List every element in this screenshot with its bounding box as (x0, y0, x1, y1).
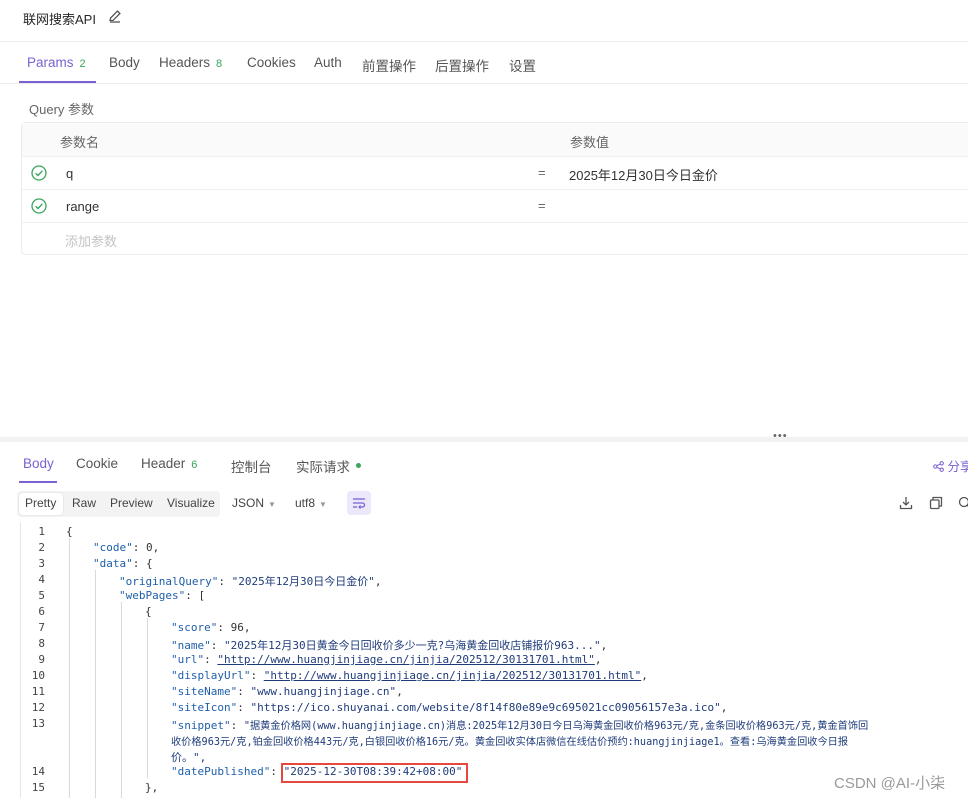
tab-post-operations[interactable]: 后置操作 (435, 55, 489, 75)
tab-settings[interactable]: 设置 (509, 55, 536, 75)
line-number: 6 (38, 605, 45, 618)
response-tabs: Body Cookie Header 6 控制台 实际请求 分享 (0, 443, 968, 484)
line-number: 8 (38, 637, 45, 650)
tab-body[interactable]: Body (109, 55, 140, 70)
pane-splitter[interactable] (0, 437, 968, 442)
param-value-input[interactable]: 2025年12月30日今日金价 (569, 165, 718, 184)
drag-handle-icon[interactable]: ••• (773, 431, 788, 442)
code-line-wrapped: 价。", (171, 751, 207, 764)
code-line: "webPages": [ (119, 589, 206, 602)
line-number: 2 (38, 541, 45, 554)
view-raw[interactable]: Raw (72, 496, 96, 510)
line-number: 13 (31, 717, 45, 730)
tab-cookies[interactable]: Cookies (247, 55, 296, 70)
table-row: q = 2025年12月30日今日金价 (22, 157, 968, 190)
search-icon[interactable] (958, 496, 968, 510)
format-select[interactable]: JSON ▼ (232, 496, 276, 510)
code-line: "data": { (93, 557, 153, 570)
table-row: 添加参数 (22, 223, 968, 255)
line-number: 1 (38, 525, 45, 538)
check-circle-icon[interactable] (31, 165, 47, 181)
code-line: "url": "http://www.huangjinjiage.cn/jinj… (171, 653, 602, 666)
col-param-value: 参数值 (570, 135, 610, 150)
tab-pre-operations[interactable]: 前置操作 (362, 55, 416, 75)
add-param-input[interactable]: 添加参数 (65, 231, 117, 250)
chevron-down-icon: ▼ (319, 500, 327, 509)
query-params-title: Query 参数 (29, 102, 95, 117)
tab-response-header[interactable]: Header 6 (141, 456, 197, 471)
code-line: "originalQuery": "2025年12月30日今日金价", (119, 575, 382, 588)
tab-console[interactable]: 控制台 (231, 456, 272, 476)
code-line: "siteName": "www.huangjinjiage.cn", (171, 685, 403, 698)
api-title[interactable]: 联网搜索API (23, 9, 96, 28)
download-icon[interactable] (899, 496, 913, 510)
line-number: 4 (38, 573, 45, 586)
line-number: 9 (38, 653, 45, 666)
table-row: range = (22, 190, 968, 223)
view-mode-switch: Pretty Raw Preview Visualize (17, 491, 220, 517)
indent-guide (121, 602, 122, 798)
query-params-table: 参数名 参数值 q = 2025年12月30日今日金价 range = 添加参数 (21, 122, 968, 255)
share-icon (933, 461, 944, 472)
tab-response-body[interactable]: Body (23, 456, 54, 471)
highlight-box (281, 763, 468, 783)
code-line: }, (145, 781, 159, 794)
status-dot (356, 462, 361, 468)
line-number: 5 (38, 589, 45, 602)
code-line: "siteIcon": "https://ico.shuyanai.com/we… (171, 701, 728, 714)
word-wrap-button[interactable] (347, 491, 371, 515)
view-preview[interactable]: Preview (110, 496, 153, 510)
code-line: "score": 96, (171, 621, 251, 634)
share-button[interactable]: 分享 (933, 456, 968, 475)
code-line-wrapped: 收价格963元/克,铂金回收价格443元/克,白银回收价格16元/克。黄金回收实… (171, 737, 849, 748)
line-number: 12 (31, 701, 45, 714)
indent-guide (69, 538, 70, 798)
headers-count-badge: 8 (216, 58, 223, 70)
tab-actual-request[interactable]: 实际请求 (296, 456, 361, 476)
code-line: "code": 0, (93, 541, 160, 554)
title-bar: 联网搜索API (0, 0, 968, 42)
display-url-link[interactable]: "http://www.huangjinjiage.cn/jinjia/2025… (264, 669, 642, 682)
params-count-badge: 2 (79, 58, 86, 70)
indent-guide (147, 618, 148, 778)
url-link[interactable]: "http://www.huangjinjiage.cn/jinjia/2025… (217, 653, 595, 666)
col-param-name: 参数名 (60, 135, 100, 150)
wrap-icon (353, 498, 366, 509)
code-line: { (145, 605, 152, 618)
indent-guide (95, 570, 96, 798)
equals-sign: = (538, 165, 546, 180)
line-number: 7 (38, 621, 45, 634)
view-pretty[interactable]: Pretty (25, 496, 56, 510)
chevron-down-icon: ▼ (268, 500, 276, 509)
response-code-editor[interactable]: 1 2 3 4 5 6 7 8 9 10 11 12 13 14 15 { "c… (0, 522, 968, 798)
check-circle-icon[interactable] (31, 198, 47, 214)
copy-icon[interactable] (929, 496, 943, 510)
table-header: 参数名 参数值 (22, 123, 968, 157)
equals-sign: = (538, 198, 546, 213)
line-number: 10 (31, 669, 45, 682)
param-key-input[interactable]: q (66, 166, 73, 181)
active-tab-indicator (19, 481, 57, 483)
watermark: CSDN @AI-小柒 (834, 775, 946, 792)
code-line: { (66, 525, 73, 538)
tab-params[interactable]: Params 2 (27, 55, 86, 70)
active-tab-indicator (19, 81, 96, 83)
code-line: "displayUrl": "http://www.huangjinjiage.… (171, 669, 648, 682)
encoding-select[interactable]: utf8 ▼ (295, 496, 327, 510)
tab-response-cookie[interactable]: Cookie (76, 456, 118, 471)
line-number: 14 (31, 765, 45, 778)
code-line: "name": "2025年12月30日黄金今日回收价多少一克?乌海黄金回收店铺… (171, 639, 608, 652)
request-tabs: Params 2 Body Headers 8 Cookies Auth 前置操作 … (0, 43, 968, 84)
view-visualize[interactable]: Visualize (167, 496, 215, 510)
line-number: 3 (38, 557, 45, 570)
line-number: 15 (31, 781, 45, 794)
edit-icon[interactable] (108, 9, 122, 23)
response-toolbar: Pretty Raw Preview Visualize JSON ▼ utf8 ▼ (0, 487, 968, 521)
param-key-input[interactable]: range (66, 199, 99, 214)
line-number: 11 (31, 685, 45, 698)
header-count-badge: 6 (191, 459, 198, 471)
tab-auth[interactable]: Auth (314, 55, 342, 70)
code-line: "snippet": "据黄金价格网(www.huangjinjiage.cn)… (171, 719, 869, 732)
tab-headers[interactable]: Headers 8 (159, 55, 222, 70)
